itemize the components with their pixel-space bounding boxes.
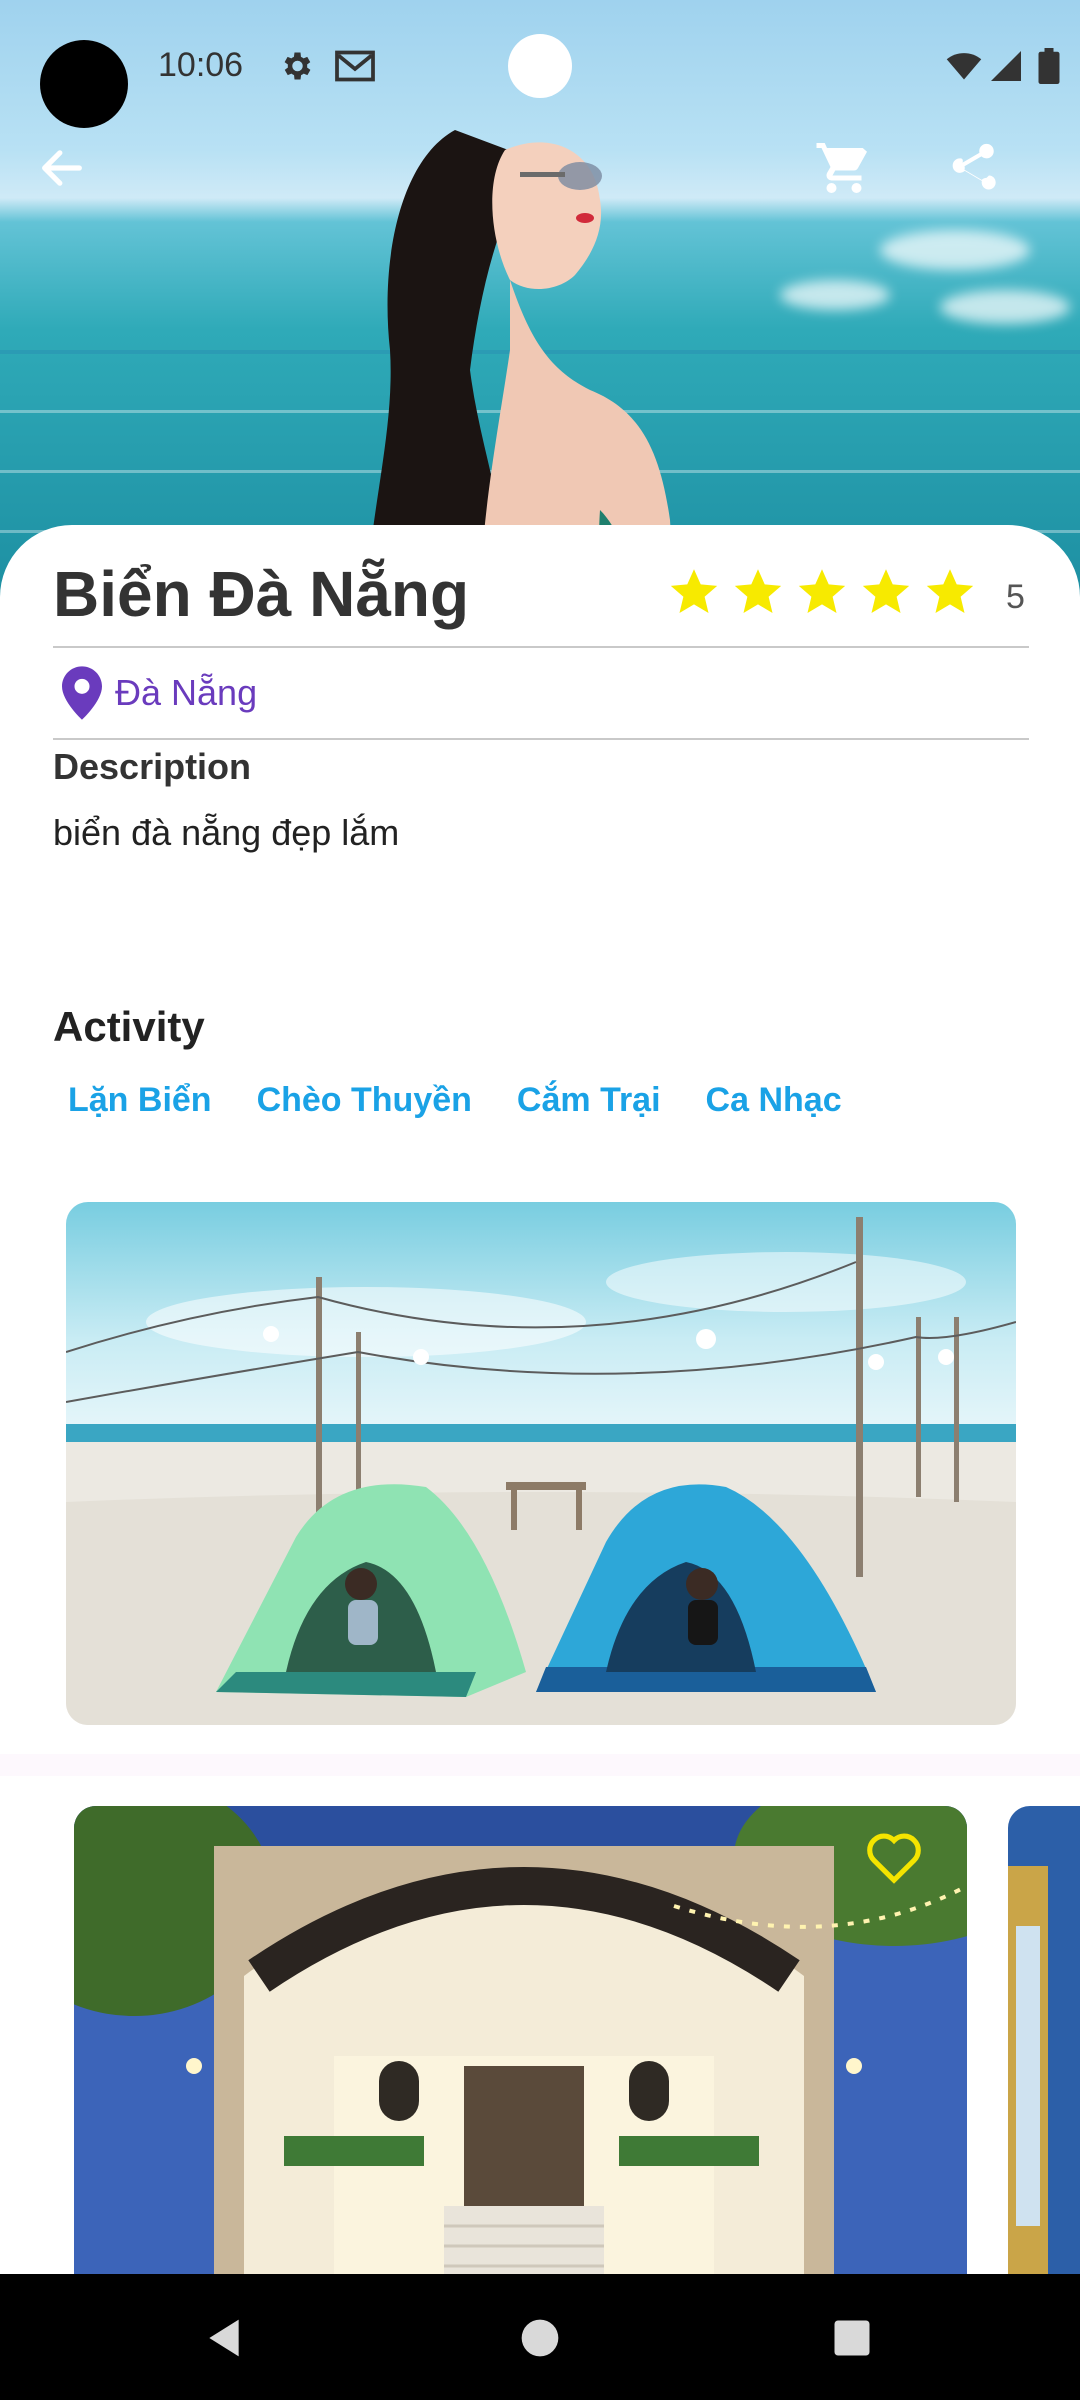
star-icon [734, 569, 782, 614]
signal-icon [991, 51, 1021, 81]
section-divider-band [0, 1754, 1080, 1776]
description-heading: Description [53, 746, 252, 787]
share-icon [952, 143, 996, 190]
status-bar: 10:06 [0, 0, 1080, 136]
settings-icon [284, 52, 311, 80]
gmail-icon [335, 50, 375, 82]
nav-back-button[interactable] [198, 2312, 250, 2364]
arrow-left-icon [42, 150, 82, 186]
hotel-photo[interactable] [74, 1806, 967, 2276]
cart-button[interactable] [804, 128, 884, 208]
wifi-icon [946, 53, 982, 80]
next-hotel-photo-peek[interactable] [1008, 1806, 1080, 2276]
activity-heading: Activity [53, 1003, 205, 1050]
rating-stars [668, 566, 976, 618]
activity-list: Lặn Biển Chèo Thuyền Cắm Trại Ca Nhạc [52, 1074, 871, 1126]
recents-square-icon [834, 2320, 870, 2356]
nav-home-button[interactable] [514, 2312, 566, 2364]
activity-chip[interactable]: Ca Nhạc [690, 1074, 858, 1126]
star-icon [926, 569, 974, 614]
location-label[interactable]: Đà Nẵng [115, 672, 257, 714]
status-time: 10:06 [158, 46, 244, 84]
back-triangle-icon [209, 2319, 239, 2357]
back-button[interactable] [22, 128, 102, 208]
battery-icon [1038, 48, 1060, 84]
activity-chip[interactable]: Lặn Biển [52, 1074, 228, 1126]
system-navigation-bar [0, 2274, 1080, 2400]
star-icon [862, 569, 910, 614]
divider [53, 646, 1029, 648]
description-text: biển đà nẵng đẹp lắm [53, 812, 400, 853]
rating-value: 5 [1006, 578, 1025, 616]
star-icon [670, 569, 718, 614]
location-pin-icon [62, 666, 102, 720]
cart-icon [816, 143, 867, 193]
share-button[interactable] [932, 128, 1012, 208]
activity-chip[interactable]: Chèo Thuyền [241, 1074, 488, 1126]
beach-camping-photo[interactable] [66, 1202, 1016, 1725]
nav-recents-button[interactable] [826, 2312, 878, 2364]
camera-cutout [40, 40, 128, 128]
woman-on-beach-illustration [365, 130, 675, 600]
home-circle-icon [521, 2319, 559, 2357]
favorite-heart-icon[interactable] [866, 1832, 922, 1884]
star-icon [798, 569, 846, 614]
divider [53, 738, 1029, 740]
activity-chip[interactable]: Cắm Trại [501, 1074, 677, 1126]
place-title: Biển Đà Nẵng [53, 558, 470, 630]
front-camera-punch-hole [508, 34, 572, 98]
